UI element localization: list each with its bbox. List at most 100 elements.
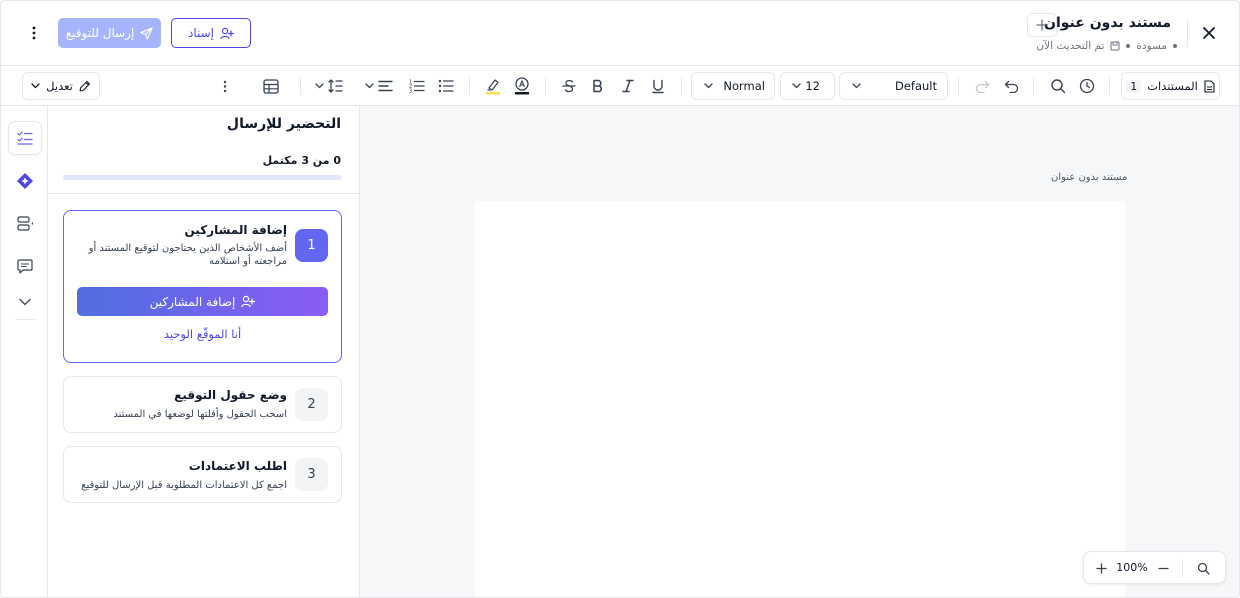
zoom-controls: 100% [1083,551,1226,584]
toolbar-divider [681,77,682,95]
documents-button[interactable]: المستندات 1 [1121,72,1220,100]
chevron-down-icon [365,83,374,89]
toolbar-divider [300,77,301,95]
toolbar-divider [1033,77,1034,95]
strikethrough-button[interactable] [557,72,581,100]
more-menu-button[interactable] [23,21,45,45]
toolbar-divider [545,77,546,95]
step-title: وضع حقول التوقيع [174,388,287,402]
more-vertical-icon [32,26,36,40]
toolbar-divider [469,77,470,95]
line-spacing-select[interactable] [312,72,346,100]
progress-bar [63,175,342,180]
step-description: اسحب الحقول وأفلتها لوضعها في المستند [113,409,287,420]
zoom-level: 100% [1116,561,1148,574]
document-page[interactable] [475,201,1125,597]
progress-label: 0 من 3 مكتمل [262,154,341,167]
prepare-panel: التحضير للإرسال 0 من 3 مكتمل 1 إضافة الم… [48,106,360,597]
form-fields-icon [16,215,33,231]
close-icon [1203,27,1215,39]
text-color-icon [515,77,529,95]
plus-icon [1036,19,1048,31]
document-meta: مسودة تم التحديث الآن [1036,40,1177,52]
assign-button-label: إسناد [188,26,215,40]
edit-mode-select[interactable]: تعديل [22,72,100,100]
documents-count: 1 [1126,79,1142,93]
header: مستند بدون عنوان مسودة تم التحديث الآن إ… [1,1,1239,66]
italic-button[interactable] [616,72,640,100]
bold-icon [593,79,602,93]
user-plus-icon [241,295,256,308]
text-style-value: Normal [723,79,765,93]
bullet-list-button[interactable] [434,72,458,100]
step-card-approvals[interactable]: 3 اطلب الاعتمادات اجمع كل الاعتمادات الم… [63,446,342,503]
left-icon-rail [1,106,48,597]
document-title[interactable]: مستند بدون عنوان [1044,15,1171,31]
search-icon [1051,79,1066,94]
minus-icon [1157,567,1169,569]
undo-icon [1004,80,1018,93]
line-spacing-icon [328,79,343,93]
bullet-list-icon [438,79,454,93]
redo-button[interactable] [970,72,994,100]
status-badge: مسودة [1136,40,1167,52]
bold-button[interactable] [586,72,610,100]
canvas-search-button[interactable] [1193,558,1213,578]
assign-button[interactable]: إسناد [171,18,251,48]
toolbar-more-button[interactable] [213,72,237,100]
comment-icon [17,258,33,274]
insert-table-button[interactable] [259,72,283,100]
history-button[interactable] [1075,72,1099,100]
rail-checklist-button[interactable] [8,121,42,155]
text-align-select[interactable] [362,72,396,100]
highlighter-icon [486,79,500,95]
rail-ai-button[interactable] [8,164,42,198]
add-participants-button[interactable]: إضافة المشاركين [77,287,328,316]
text-color-button[interactable] [510,72,534,100]
step-card-add-participants[interactable]: 1 إضافة المشاركين أضف الأشخاص الذين يحتا… [63,210,342,363]
close-button[interactable] [1197,21,1221,45]
send-for-signature-button[interactable]: إرسال للتوقيع [58,18,161,48]
sole-signer-link[interactable]: أنا الموقّع الوحيد [64,327,341,341]
font-size-select[interactable]: 12 [780,72,835,100]
step-card-signature-fields[interactable]: 2 وضع حقول التوقيع اسحب الحقول وأفلتها ل… [63,376,342,433]
italic-icon [622,79,634,93]
numbered-list-button[interactable]: 123 [405,72,429,100]
rail-divider [15,319,35,320]
documents-label: المستندات [1147,79,1198,93]
toolbar-divider [1109,77,1110,95]
sparkle-diamond-icon [17,173,33,189]
bullet-dot [1126,44,1131,48]
step-title: اطلب الاعتمادات [188,459,287,473]
text-style-select[interactable]: Normal [691,72,775,100]
align-left-icon [378,80,393,92]
zoom-out-button[interactable] [1153,558,1173,578]
chevron-down-icon [704,83,713,89]
underline-icon [652,79,664,93]
plus-icon [1095,562,1107,574]
svg-text:3: 3 [409,89,412,94]
rail-fields-button[interactable] [8,206,42,240]
strikethrough-icon [562,79,576,93]
step-description: أضف الأشخاص الذين يحتاجون لتوقيع المستند… [88,243,287,267]
bullet-dot [1173,44,1177,48]
step-number: 2 [295,388,328,421]
formatting-toolbar: المستندات 1 Default 12 Normal 1 2 3 تعدي… [1,66,1239,106]
panel-divider [48,193,359,194]
font-family-value: Default [894,79,937,93]
rail-expand-button[interactable] [8,285,42,319]
step-description: اجمع كل الاعتمادات المطلوبة قبل الإرسال … [81,480,287,491]
checklist-icon [17,131,33,145]
search-button[interactable] [1046,72,1070,100]
rail-comments-button[interactable] [8,249,42,283]
redo-icon [975,80,989,93]
underline-button[interactable] [646,72,670,100]
add-document-button[interactable] [1027,13,1057,37]
zoom-divider [1182,559,1183,577]
font-size-value: 12 [805,79,820,93]
highlight-color-button[interactable] [481,72,505,100]
undo-button[interactable] [999,72,1023,100]
chevron-down-icon [852,83,861,89]
font-family-select[interactable]: Default [839,72,948,100]
zoom-in-button[interactable] [1091,558,1111,578]
